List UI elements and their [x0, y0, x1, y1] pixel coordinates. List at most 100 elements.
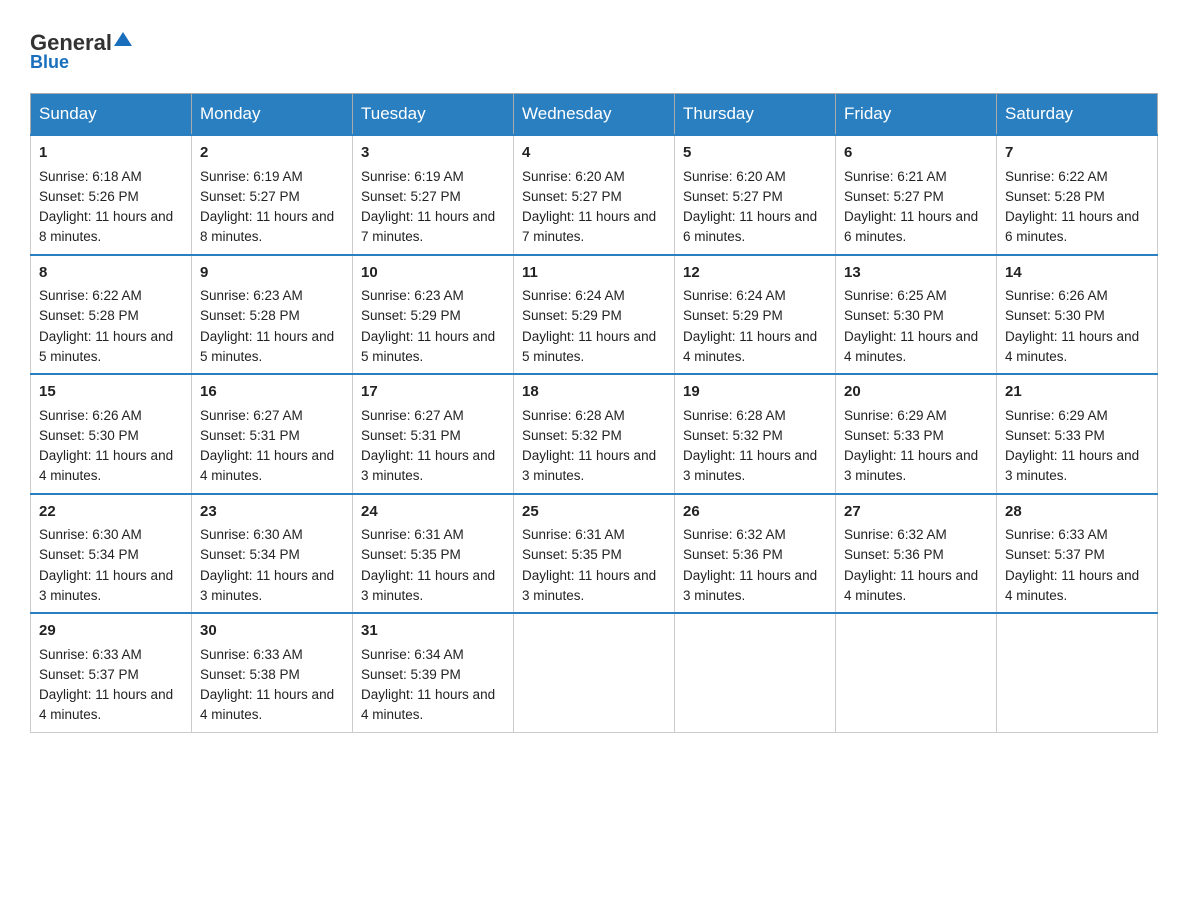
day-number: 13 [844, 262, 988, 285]
day-number: 20 [844, 381, 988, 404]
sunrise-label: Sunrise: 6:19 AM [361, 169, 464, 184]
day-number: 4 [522, 142, 666, 165]
sunset-label: Sunset: 5:33 PM [1005, 428, 1105, 443]
sunset-label: Sunset: 5:38 PM [200, 667, 300, 682]
calendar-cell: 27 Sunrise: 6:32 AM Sunset: 5:36 PM Dayl… [836, 494, 997, 614]
day-number: 11 [522, 262, 666, 285]
calendar-cell: 30 Sunrise: 6:33 AM Sunset: 5:38 PM Dayl… [192, 613, 353, 732]
daylight-label: Daylight: 11 hours and 8 minutes. [200, 209, 334, 244]
daylight-label: Daylight: 11 hours and 3 minutes. [1005, 448, 1139, 483]
logo-blue-text: Blue [30, 52, 69, 73]
calendar-header-row: SundayMondayTuesdayWednesdayThursdayFrid… [31, 94, 1158, 136]
day-number: 19 [683, 381, 827, 404]
calendar-cell: 10 Sunrise: 6:23 AM Sunset: 5:29 PM Dayl… [353, 255, 514, 375]
sunset-label: Sunset: 5:34 PM [39, 547, 139, 562]
daylight-label: Daylight: 11 hours and 3 minutes. [683, 568, 817, 603]
sunrise-label: Sunrise: 6:25 AM [844, 288, 947, 303]
daylight-label: Daylight: 11 hours and 4 minutes. [39, 448, 173, 483]
calendar-cell: 2 Sunrise: 6:19 AM Sunset: 5:27 PM Dayli… [192, 135, 353, 255]
day-number: 29 [39, 620, 183, 643]
daylight-label: Daylight: 11 hours and 3 minutes. [361, 568, 495, 603]
sunset-label: Sunset: 5:30 PM [844, 308, 944, 323]
day-number: 27 [844, 501, 988, 524]
sunrise-label: Sunrise: 6:33 AM [1005, 527, 1108, 542]
sunrise-label: Sunrise: 6:34 AM [361, 647, 464, 662]
calendar-week-row: 29 Sunrise: 6:33 AM Sunset: 5:37 PM Dayl… [31, 613, 1158, 732]
sunrise-label: Sunrise: 6:31 AM [361, 527, 464, 542]
day-number: 7 [1005, 142, 1149, 165]
day-number: 2 [200, 142, 344, 165]
sunset-label: Sunset: 5:36 PM [844, 547, 944, 562]
sunset-label: Sunset: 5:30 PM [1005, 308, 1105, 323]
day-number: 22 [39, 501, 183, 524]
sunrise-label: Sunrise: 6:33 AM [39, 647, 142, 662]
logo-triangle-icon [114, 30, 132, 48]
sunset-label: Sunset: 5:28 PM [1005, 189, 1105, 204]
sunrise-label: Sunrise: 6:20 AM [522, 169, 625, 184]
calendar-cell [836, 613, 997, 732]
sunrise-label: Sunrise: 6:19 AM [200, 169, 303, 184]
daylight-label: Daylight: 11 hours and 3 minutes. [522, 448, 656, 483]
sunset-label: Sunset: 5:29 PM [683, 308, 783, 323]
calendar-cell: 31 Sunrise: 6:34 AM Sunset: 5:39 PM Dayl… [353, 613, 514, 732]
sunrise-label: Sunrise: 6:29 AM [1005, 408, 1108, 423]
day-header-friday: Friday [836, 94, 997, 136]
sunrise-label: Sunrise: 6:20 AM [683, 169, 786, 184]
calendar-cell: 9 Sunrise: 6:23 AM Sunset: 5:28 PM Dayli… [192, 255, 353, 375]
sunset-label: Sunset: 5:39 PM [361, 667, 461, 682]
sunset-label: Sunset: 5:33 PM [844, 428, 944, 443]
sunset-label: Sunset: 5:32 PM [522, 428, 622, 443]
day-number: 5 [683, 142, 827, 165]
daylight-label: Daylight: 11 hours and 3 minutes. [844, 448, 978, 483]
daylight-label: Daylight: 11 hours and 7 minutes. [522, 209, 656, 244]
daylight-label: Daylight: 11 hours and 6 minutes. [1005, 209, 1139, 244]
day-number: 31 [361, 620, 505, 643]
sunset-label: Sunset: 5:29 PM [522, 308, 622, 323]
sunset-label: Sunset: 5:27 PM [844, 189, 944, 204]
day-number: 14 [1005, 262, 1149, 285]
day-header-tuesday: Tuesday [353, 94, 514, 136]
sunrise-label: Sunrise: 6:21 AM [844, 169, 947, 184]
day-header-monday: Monday [192, 94, 353, 136]
sunset-label: Sunset: 5:26 PM [39, 189, 139, 204]
sunrise-label: Sunrise: 6:24 AM [683, 288, 786, 303]
sunrise-label: Sunrise: 6:30 AM [39, 527, 142, 542]
sunset-label: Sunset: 5:27 PM [200, 189, 300, 204]
daylight-label: Daylight: 11 hours and 5 minutes. [200, 329, 334, 364]
sunset-label: Sunset: 5:28 PM [39, 308, 139, 323]
daylight-label: Daylight: 11 hours and 3 minutes. [39, 568, 173, 603]
daylight-label: Daylight: 11 hours and 4 minutes. [1005, 329, 1139, 364]
calendar-cell: 13 Sunrise: 6:25 AM Sunset: 5:30 PM Dayl… [836, 255, 997, 375]
day-number: 17 [361, 381, 505, 404]
calendar-cell: 5 Sunrise: 6:20 AM Sunset: 5:27 PM Dayli… [675, 135, 836, 255]
calendar-cell: 12 Sunrise: 6:24 AM Sunset: 5:29 PM Dayl… [675, 255, 836, 375]
day-number: 18 [522, 381, 666, 404]
sunrise-label: Sunrise: 6:26 AM [39, 408, 142, 423]
calendar-cell: 23 Sunrise: 6:30 AM Sunset: 5:34 PM Dayl… [192, 494, 353, 614]
calendar-week-row: 1 Sunrise: 6:18 AM Sunset: 5:26 PM Dayli… [31, 135, 1158, 255]
sunrise-label: Sunrise: 6:33 AM [200, 647, 303, 662]
sunset-label: Sunset: 5:27 PM [522, 189, 622, 204]
sunset-label: Sunset: 5:32 PM [683, 428, 783, 443]
calendar-cell: 11 Sunrise: 6:24 AM Sunset: 5:29 PM Dayl… [514, 255, 675, 375]
day-number: 30 [200, 620, 344, 643]
calendar-cell: 15 Sunrise: 6:26 AM Sunset: 5:30 PM Dayl… [31, 374, 192, 494]
daylight-label: Daylight: 11 hours and 4 minutes. [683, 329, 817, 364]
calendar-cell [514, 613, 675, 732]
sunrise-label: Sunrise: 6:29 AM [844, 408, 947, 423]
daylight-label: Daylight: 11 hours and 5 minutes. [39, 329, 173, 364]
day-number: 15 [39, 381, 183, 404]
day-number: 21 [1005, 381, 1149, 404]
calendar-week-row: 15 Sunrise: 6:26 AM Sunset: 5:30 PM Dayl… [31, 374, 1158, 494]
sunset-label: Sunset: 5:28 PM [200, 308, 300, 323]
daylight-label: Daylight: 11 hours and 5 minutes. [361, 329, 495, 364]
day-number: 6 [844, 142, 988, 165]
sunset-label: Sunset: 5:37 PM [1005, 547, 1105, 562]
sunrise-label: Sunrise: 6:22 AM [39, 288, 142, 303]
daylight-label: Daylight: 11 hours and 4 minutes. [1005, 568, 1139, 603]
day-number: 23 [200, 501, 344, 524]
daylight-label: Daylight: 11 hours and 4 minutes. [361, 687, 495, 722]
calendar-cell: 29 Sunrise: 6:33 AM Sunset: 5:37 PM Dayl… [31, 613, 192, 732]
sunset-label: Sunset: 5:37 PM [39, 667, 139, 682]
calendar-table: SundayMondayTuesdayWednesdayThursdayFrid… [30, 93, 1158, 733]
